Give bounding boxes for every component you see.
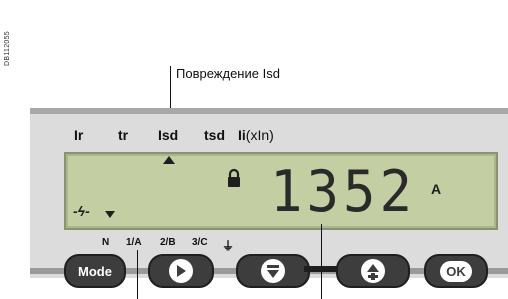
label-tsd: tsd [204, 127, 225, 143]
isd-indicator-icon [163, 156, 175, 164]
label-ii-unit: (xIn) [245, 127, 274, 143]
navigate-button[interactable] [148, 254, 214, 288]
lock-icon [228, 168, 240, 187]
label-isd: Isd [158, 127, 179, 143]
arrow-right-icon [169, 259, 193, 283]
label-ir: Ir [74, 127, 84, 143]
ground-icon: ⏚ [222, 239, 235, 253]
current-value: 1352 [270, 158, 417, 225]
plus-arrow-icon [361, 259, 385, 283]
mode-button[interactable]: Mode [64, 254, 126, 288]
phase-indicator-icon [105, 211, 115, 218]
callout-label: Повреждение Isd [176, 66, 280, 81]
label-ii: Ii(xIn) [238, 127, 274, 143]
phase-3c: 3/C [192, 237, 208, 248]
ok-button-label: OK [440, 260, 472, 282]
ok-button[interactable]: OK [424, 254, 488, 288]
unit-label: A [431, 181, 442, 197]
minus-button[interactable] [236, 254, 310, 288]
phase-leader-line [137, 250, 138, 299]
phase-n: N [102, 237, 110, 248]
figure-code: DB112055 [4, 31, 11, 66]
value-leader-line [321, 224, 322, 299]
phase-2b: 2/B [160, 237, 176, 248]
fault-symbol: -ϟ- [73, 203, 90, 219]
minus-arrow-icon [261, 259, 285, 283]
button-connector [304, 266, 338, 272]
plus-button[interactable] [336, 254, 410, 288]
label-tr: tr [118, 127, 129, 143]
label-ii-name: Ii [238, 127, 246, 143]
phase-1a: 1/A [126, 237, 142, 248]
